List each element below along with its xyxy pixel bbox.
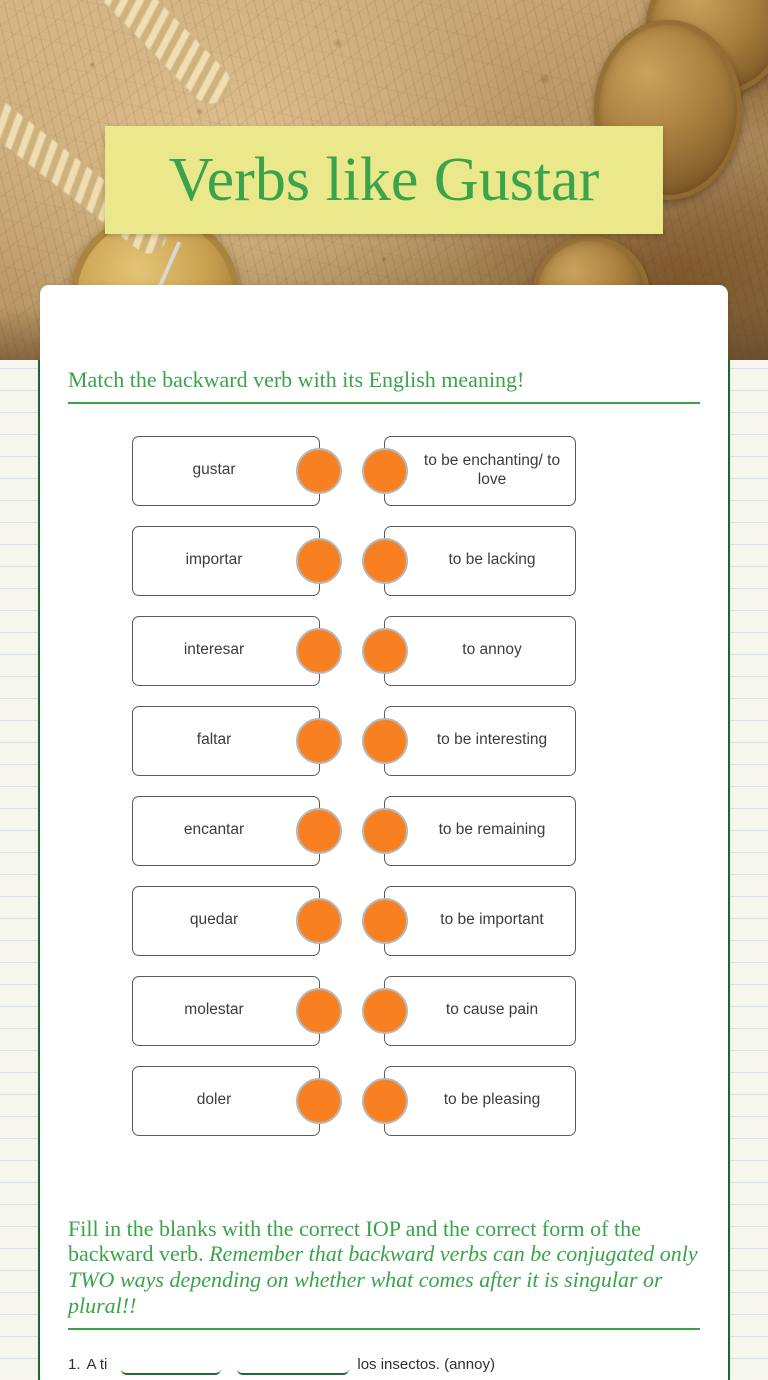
match-connector-dot[interactable]	[296, 1077, 342, 1124]
match-term-card[interactable]: molestar	[132, 975, 342, 1046]
match-connector-dot[interactable]	[362, 1077, 408, 1124]
match-definition-label: to be pleasing	[443, 1091, 541, 1109]
match-connector-dot[interactable]	[296, 627, 342, 674]
match-term-card[interactable]: faltar	[132, 705, 342, 776]
match-term-label: interesar	[183, 641, 245, 659]
match-connector-dot[interactable]	[296, 717, 342, 764]
answer-blank-verb[interactable]	[237, 1351, 350, 1375]
match-term-label: gustar	[192, 461, 236, 479]
match-row: importar to be lacking	[68, 516, 700, 606]
match-term-card[interactable]: quedar	[132, 885, 342, 956]
match-term-card[interactable]: importar	[132, 525, 342, 596]
question-tail-text: los insectos. (annoy)	[357, 1355, 495, 1373]
match-term-label: quedar	[189, 911, 239, 929]
match-definition-label: to cause pain	[445, 1001, 539, 1019]
match-definition-card[interactable]: to be important	[362, 885, 576, 956]
worksheet-title-plaque: Verbs like Gustar	[105, 126, 663, 234]
match-definition-label: to be lacking	[448, 551, 536, 569]
match-term-card[interactable]: interesar	[132, 615, 342, 686]
match-row: faltar to be interesting	[68, 696, 700, 786]
match-term-label: doler	[196, 1091, 232, 1109]
match-definition-label: to be important	[440, 911, 544, 929]
match-connector-dot[interactable]	[362, 897, 408, 944]
match-grid: gustar to be enchanting/ to love importa…	[40, 426, 728, 1146]
match-heading-divider	[68, 401, 700, 404]
match-term-label: importar	[185, 551, 243, 569]
match-connector-dot[interactable]	[296, 987, 342, 1034]
match-definition-card[interactable]: to be enchanting/ to love	[362, 435, 576, 506]
match-connector-dot[interactable]	[362, 987, 408, 1034]
match-row: doler to be pleasing	[68, 1056, 700, 1146]
match-connector-dot[interactable]	[296, 897, 342, 944]
question-lead-text: A ti	[86, 1355, 108, 1373]
match-connector-dot[interactable]	[296, 537, 342, 584]
match-row: quedar to be important	[68, 876, 700, 966]
question-number: 1.	[68, 1355, 81, 1373]
match-term-label: encantar	[183, 821, 245, 839]
match-definition-card[interactable]: to be lacking	[362, 525, 576, 596]
match-connector-dot[interactable]	[362, 717, 408, 764]
match-connector-dot[interactable]	[296, 447, 342, 494]
match-definition-label: to be enchanting/ to love	[423, 451, 561, 488]
fill-section-heading: Fill in the blanks with the correct IOP …	[40, 1216, 728, 1319]
match-term-label: molestar	[184, 1001, 244, 1019]
match-connector-dot[interactable]	[296, 807, 342, 854]
match-definition-label: to be interesting	[436, 731, 548, 749]
match-connector-dot[interactable]	[362, 447, 408, 494]
match-definition-label: to annoy	[462, 641, 522, 659]
questions-list: 1. A ti los insectos. (annoy) 2. A mi fa…	[40, 1351, 728, 1380]
match-term-card[interactable]: doler	[132, 1065, 342, 1136]
match-row: encantar to be remaining	[68, 786, 700, 876]
match-term-card[interactable]: encantar	[132, 795, 342, 866]
match-row: interesar to annoy	[68, 606, 700, 696]
match-definition-card[interactable]: to be pleasing	[362, 1065, 576, 1136]
match-section-heading: Match the backward verb with its English…	[68, 367, 525, 392]
match-definition-card[interactable]: to cause pain	[362, 975, 576, 1046]
fill-heading-divider	[68, 1327, 700, 1330]
match-connector-dot[interactable]	[362, 537, 408, 584]
match-connector-dot[interactable]	[362, 807, 408, 854]
match-definition-label: to be remaining	[438, 821, 546, 839]
match-connector-dot[interactable]	[362, 627, 408, 674]
worksheet-card: Match the backward verb with its English…	[40, 285, 728, 1380]
match-definition-card[interactable]: to annoy	[362, 615, 576, 686]
match-row: gustar to be enchanting/ to love	[68, 426, 700, 516]
answer-blank-iop[interactable]	[121, 1351, 222, 1375]
page-title: Verbs like Gustar	[168, 146, 600, 214]
question-row: 1. A ti los insectos. (annoy)	[68, 1351, 700, 1375]
match-term-card[interactable]: gustar	[132, 435, 342, 506]
match-definition-card[interactable]: to be remaining	[362, 795, 576, 866]
match-definition-card[interactable]: to be interesting	[362, 705, 576, 776]
match-term-label: faltar	[196, 731, 232, 749]
match-row: molestar to cause pain	[68, 966, 700, 1056]
